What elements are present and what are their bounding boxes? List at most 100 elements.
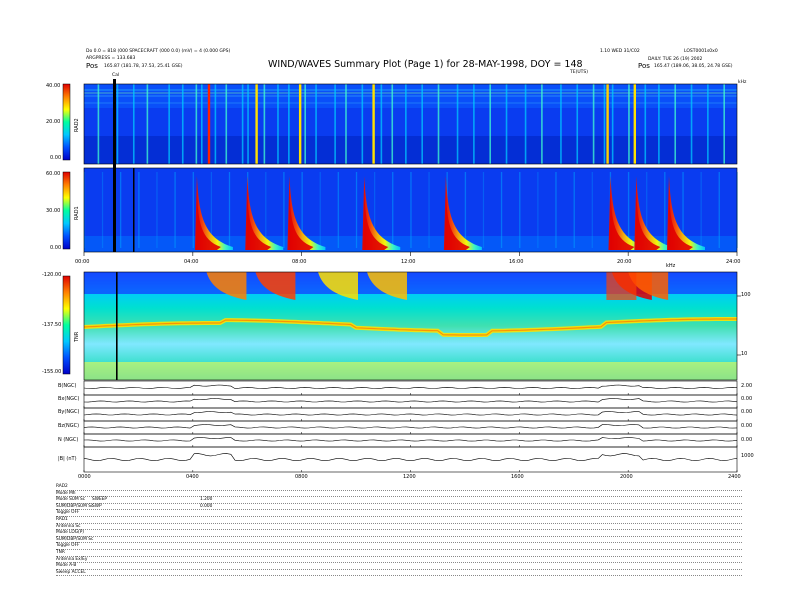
- footer-row-label: Mode A-B: [56, 563, 79, 569]
- footer-row-value-a: SWP: [92, 503, 102, 509]
- rad1-streak: [138, 172, 140, 248]
- rad2-streak: [456, 84, 459, 164]
- rad1-streak: [392, 172, 394, 248]
- footer-row: Antenna Ex/Ey: [56, 556, 742, 564]
- footer-row: Antenna Sc: [56, 523, 742, 531]
- footer-parameter-table: RAD2 Mode Mh Mode SUM Sc SWEEP 1.200 SUM/DBP/…: [56, 484, 742, 577]
- rad1-xtick-1: 04:00: [184, 259, 199, 265]
- rad2-burst-column: [633, 84, 637, 164]
- rad1-ylabel: RAD1: [74, 206, 80, 220]
- cal-label: Cal: [112, 73, 120, 78]
- footer-row: SUM/DBP/SUM Sc: [56, 536, 742, 544]
- rad2-streak: [345, 84, 347, 164]
- tnr-right-tick-10: 10: [741, 351, 748, 357]
- tnr-ytick-top: -120.00: [42, 272, 62, 278]
- footer-row: Toggle OFF: [56, 543, 742, 550]
- rad2-streak: [421, 84, 423, 164]
- rad1-xtick-0: 00:00: [75, 259, 90, 265]
- rad2-streak: [524, 84, 527, 164]
- rad1-streak: [337, 172, 340, 248]
- header-info-line1: Do 0.0 = 818 (000 SPACECRAFT (000 0.0) (…: [86, 49, 231, 54]
- header-file-id: LOST0001s0x0: [684, 49, 718, 54]
- rad1-streak: [283, 172, 285, 248]
- rad2-streak: [473, 84, 475, 164]
- tnr-burst-core: [606, 272, 637, 300]
- line-row-right-0: 2.00: [741, 383, 753, 389]
- line-xtick-4: 1600: [511, 474, 524, 480]
- footer-row-label: RAD1: [56, 516, 70, 522]
- rad2-right-unit: kHz: [738, 80, 747, 85]
- footer-row: RAD2: [56, 484, 742, 491]
- line-row-right-5: 1000: [741, 453, 754, 459]
- rad1-streak: [156, 172, 158, 248]
- rad1-xtick-6: 24:00: [726, 259, 741, 265]
- rad1-streak: [265, 172, 267, 248]
- footer-row: SUM/DBP/SUM Sc SWP 0.000: [56, 503, 742, 511]
- rad1-ytick-bottom: 0.00: [50, 245, 62, 251]
- footer-row-label: Mode SUM Sc: [56, 497, 88, 503]
- rad2-streak: [405, 84, 407, 164]
- rad1-streak: [356, 172, 358, 248]
- rad2-streak: [247, 84, 249, 164]
- rad1-streak: [664, 172, 666, 248]
- pos-left-value: 165.87 (181.78, 37.53, 25.41 GSE): [104, 64, 183, 69]
- rad2-ylabel: RAD2: [74, 118, 80, 132]
- rad2-streak: [277, 84, 279, 164]
- footer-row: Mode A-B: [56, 563, 742, 570]
- line-series: [83, 398, 738, 403]
- tnr-right-tick-100: 100: [741, 292, 751, 298]
- tnr-top-label: TE(UTS): [570, 70, 589, 75]
- rad2-streak: [214, 84, 217, 164]
- rad2-streak: [288, 84, 290, 164]
- rad2-streak: [576, 84, 579, 164]
- tnr-right-top: kHz: [666, 263, 676, 269]
- tnr-bottom-band: [84, 362, 737, 380]
- rad2-burst-column: [606, 84, 609, 164]
- rad2-streak: [380, 84, 383, 164]
- rad2-streak: [391, 84, 394, 164]
- rad1-streak: [628, 172, 630, 248]
- rad2-colorbar: [62, 83, 71, 161]
- line-series: [83, 411, 738, 416]
- footer-row-label: Mode LOG(P): [56, 530, 86, 536]
- rad1-colorbar: [62, 171, 71, 250]
- footer-row-label: RAD2: [56, 484, 70, 489]
- rad2-streak: [489, 84, 492, 164]
- line-xtick-1: 0400: [186, 474, 199, 480]
- cal-marker-rad: [113, 79, 116, 252]
- pos-right-label: Pos: [638, 62, 650, 70]
- rad1-xtick-5: 20:00: [617, 259, 632, 265]
- page-title: WIND/WAVES Summary Plot (Page 1) for 28-…: [268, 59, 583, 70]
- rad2-streak: [146, 84, 149, 164]
- pos-left-label: Pos: [86, 62, 98, 70]
- header-date: DAILY: TUE 26 (19) 2002: [648, 57, 703, 62]
- footer-row-label: Toggle OFF: [56, 543, 82, 549]
- rad2-streak: [195, 84, 198, 164]
- line-row-label-1: Bx(NGC): [58, 396, 80, 402]
- tnr-ytick-bottom: -155.00: [42, 369, 62, 375]
- rad2-streak: [707, 84, 709, 164]
- rad2-streak: [690, 84, 693, 164]
- rad1-streak: [464, 172, 467, 248]
- rad2-streak: [603, 84, 606, 164]
- rad1-streak: [591, 172, 593, 248]
- rad1-streak: [192, 172, 195, 248]
- rad1-streak: [519, 172, 521, 248]
- rad1-streak: [229, 172, 231, 248]
- rad1-streak: [537, 172, 539, 248]
- rad2-streak: [334, 84, 336, 164]
- line-series: [83, 424, 738, 429]
- rad2-ytick-bottom: 0.00: [50, 155, 62, 161]
- tnr-ytick-mid: -137.50: [42, 322, 62, 328]
- rad1-xtick-2: 08:00: [292, 259, 307, 265]
- rad2-streak: [611, 84, 614, 164]
- line-row-label-0: B(NGC): [58, 383, 77, 389]
- rad2-streak: [304, 84, 306, 164]
- rad2-burst-column: [255, 84, 258, 164]
- line-row-right-2: 0.00: [741, 409, 753, 415]
- footer-row-label: SUM/DBP/SUM Sc: [56, 503, 96, 509]
- rad2-streak: [628, 84, 630, 164]
- tnr-ylabel: TNR: [74, 331, 80, 342]
- rad2-streak: [181, 84, 184, 164]
- rad2-ytick-top: 40.00: [46, 83, 61, 89]
